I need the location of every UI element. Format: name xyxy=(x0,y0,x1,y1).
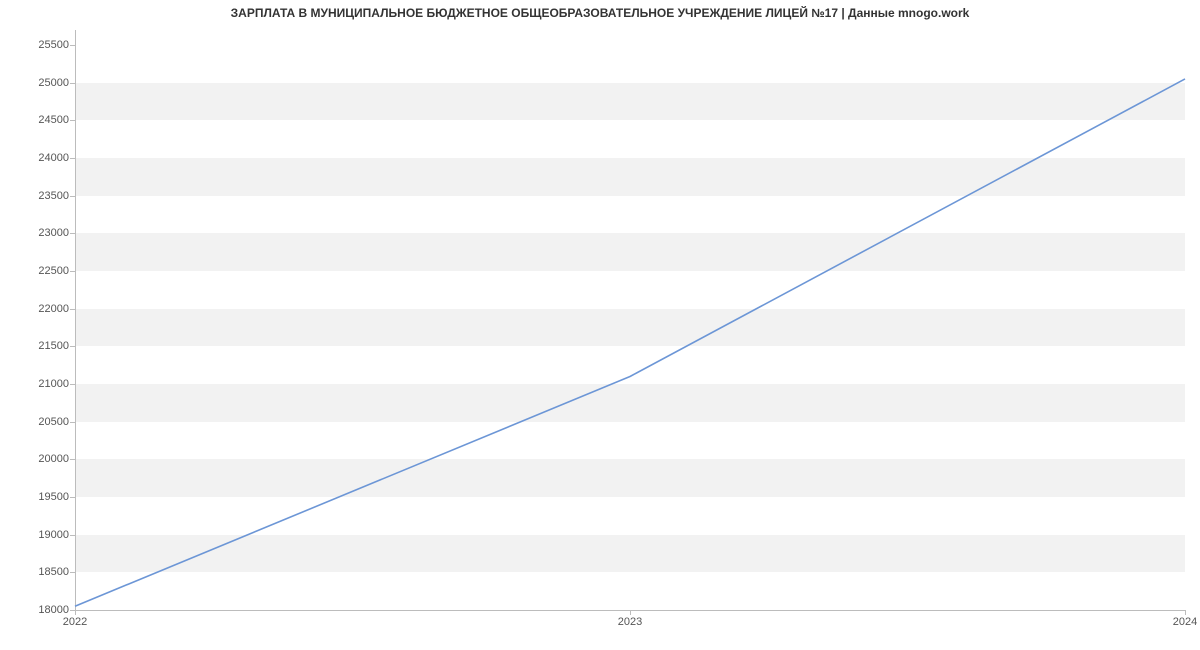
y-tick-label: 18500 xyxy=(38,566,75,578)
y-tick-label: 22500 xyxy=(38,265,75,277)
y-tick-label: 21500 xyxy=(38,340,75,352)
x-tick-label: 2022 xyxy=(63,610,87,628)
y-tick-label: 23000 xyxy=(38,227,75,239)
data-line xyxy=(75,79,1185,606)
y-tick-label: 19500 xyxy=(38,491,75,503)
y-tick-label: 19000 xyxy=(38,529,75,541)
line-series xyxy=(75,30,1185,610)
x-tick-label: 2023 xyxy=(618,610,642,628)
y-tick-label: 24000 xyxy=(38,152,75,164)
plot-area: 1800018500190001950020000205002100021500… xyxy=(75,30,1185,610)
y-tick-label: 20000 xyxy=(38,453,75,465)
chart-title: ЗАРПЛАТА В МУНИЦИПАЛЬНОЕ БЮДЖЕТНОЕ ОБЩЕО… xyxy=(0,6,1200,20)
x-tick-label: 2024 xyxy=(1173,610,1197,628)
y-tick-label: 23500 xyxy=(38,190,75,202)
chart-container: ЗАРПЛАТА В МУНИЦИПАЛЬНОЕ БЮДЖЕТНОЕ ОБЩЕО… xyxy=(0,0,1200,650)
y-tick-label: 25500 xyxy=(38,39,75,51)
y-tick-label: 20500 xyxy=(38,416,75,428)
y-tick-label: 21000 xyxy=(38,378,75,390)
y-tick-label: 22000 xyxy=(38,303,75,315)
y-tick-label: 24500 xyxy=(38,114,75,126)
y-tick-label: 25000 xyxy=(38,77,75,89)
